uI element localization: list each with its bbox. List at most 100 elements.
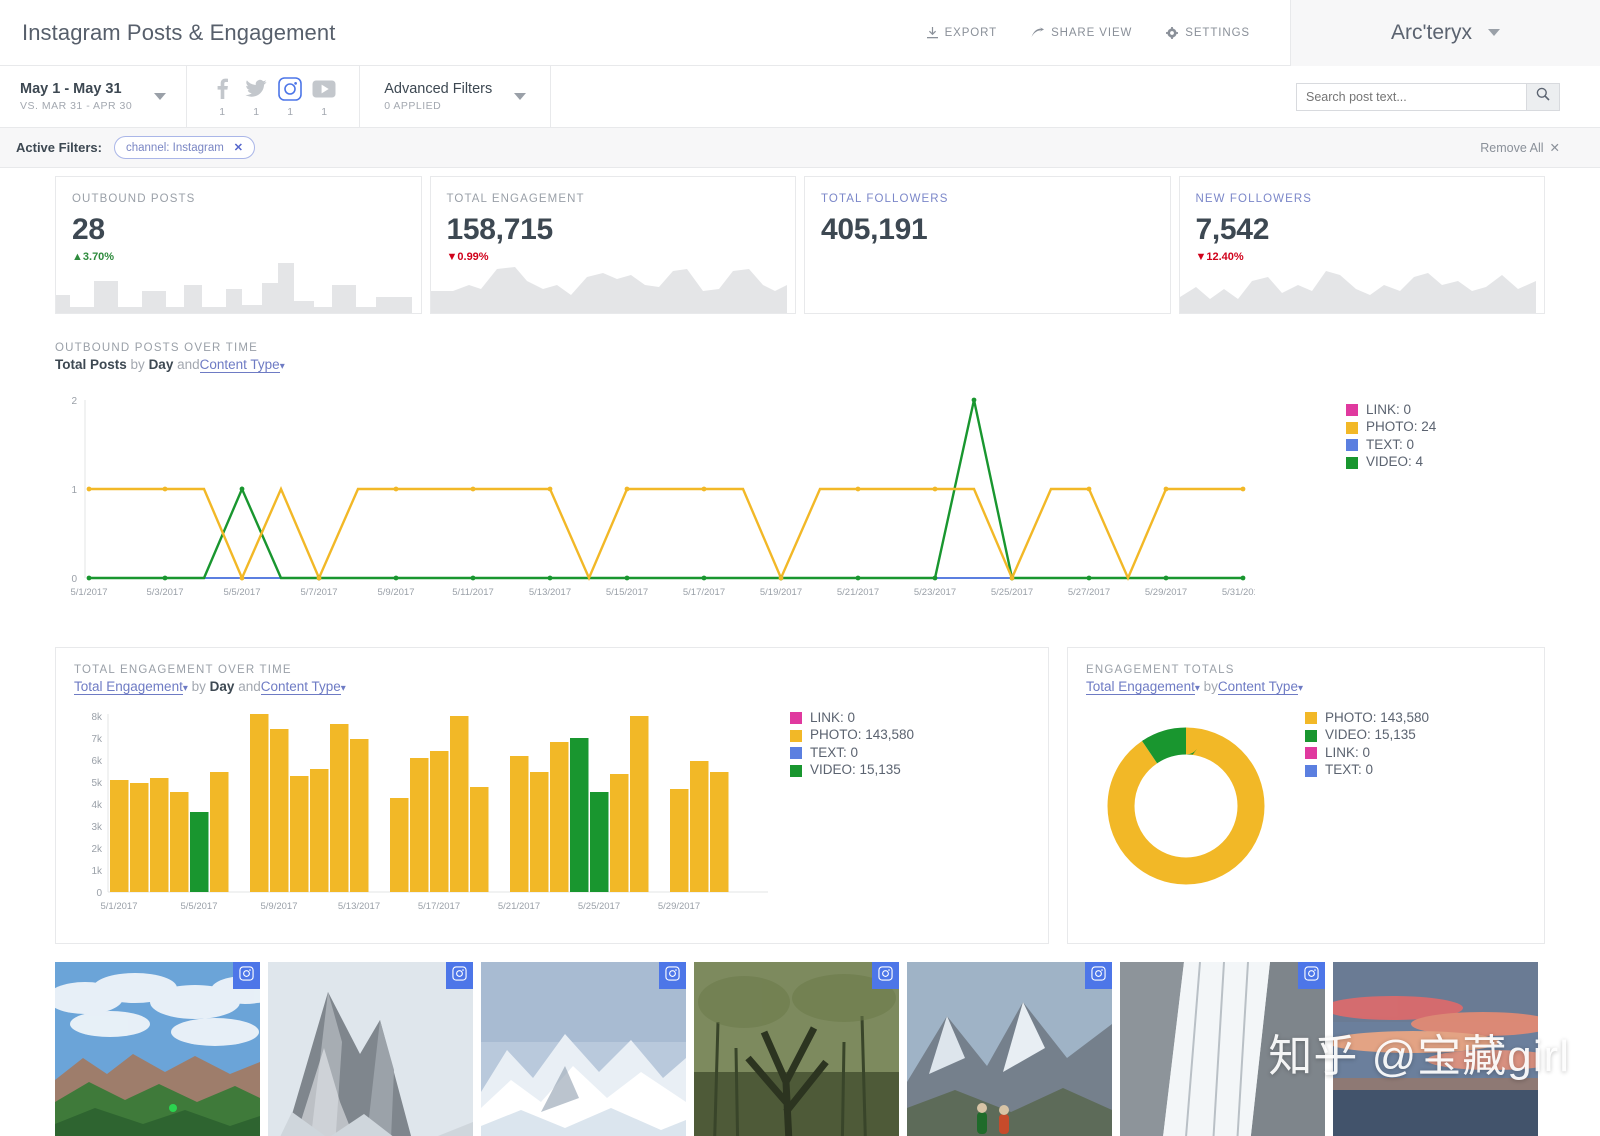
kpi-card-row: OUTBOUND POSTS 28 ▲3.70% TOTAL ENGAGEMEN… bbox=[55, 168, 1545, 314]
instagram-icon bbox=[1091, 965, 1106, 986]
post-thumbnail[interactable] bbox=[55, 962, 260, 1136]
instagram-icon bbox=[278, 76, 303, 102]
section-title: OUTBOUND POSTS OVER TIME bbox=[55, 342, 259, 354]
close-icon: ✕ bbox=[1549, 141, 1560, 155]
content-type-dropdown[interactable]: Content Type bbox=[199, 357, 280, 373]
post-thumbnail[interactable] bbox=[907, 962, 1112, 1136]
content-type-dropdown[interactable]: Content Type bbox=[1217, 679, 1298, 695]
post-thumbnail[interactable] bbox=[1333, 962, 1538, 1136]
date-range-picker[interactable]: May 1 - May 31 VS. MAR 31 - APR 30 bbox=[0, 66, 188, 127]
thumbnail-image bbox=[1120, 962, 1325, 1136]
legend-item-photo[interactable]: PHOTO: 24 bbox=[1346, 419, 1545, 435]
channel-youtube[interactable]: 1 bbox=[307, 76, 341, 118]
engagement-bar-chart-svg: 8k 7k 6k 5k 4k 3k 2k 1k 0 5/1/2017 5/5/2… bbox=[91, 712, 768, 912]
legend-item-link[interactable]: LINK: 0 bbox=[790, 710, 974, 726]
post-thumbnail[interactable] bbox=[694, 962, 899, 1136]
svg-text:5/3/2017: 5/3/2017 bbox=[147, 587, 184, 598]
search-icon bbox=[1536, 87, 1550, 106]
section-subtitle: Total Posts by Day andContent Type▾ bbox=[55, 357, 285, 373]
legend-item-video[interactable]: VIDEO: 15,135 bbox=[1305, 727, 1491, 743]
chevron-down-icon bbox=[1488, 29, 1501, 36]
channel-selector: 1 1 1 1 bbox=[187, 66, 361, 127]
legend-swatch bbox=[1305, 747, 1317, 760]
share-view-button[interactable]: SHARE VIEW bbox=[1031, 26, 1133, 39]
close-icon[interactable]: ✕ bbox=[234, 141, 243, 154]
legend-label: TEXT: 0 bbox=[1325, 762, 1374, 778]
svg-text:5/29/2017: 5/29/2017 bbox=[658, 901, 700, 912]
bar bbox=[590, 792, 609, 892]
donut-chart-body: PHOTO: 143,580 VIDEO: 15,135 LINK: 0 TEX… bbox=[1086, 706, 1526, 906]
bar bbox=[510, 756, 529, 892]
gear-icon bbox=[1166, 26, 1179, 39]
legend-item-video[interactable]: VIDEO: 15,135 bbox=[790, 762, 974, 778]
settings-button[interactable]: SETTINGS bbox=[1166, 26, 1250, 39]
section-title: TOTAL ENGAGEMENT OVER TIME bbox=[74, 664, 292, 676]
remove-all-filters[interactable]: Remove All ✕ bbox=[1480, 140, 1560, 156]
legend-item-link[interactable]: LINK: 0 bbox=[1346, 402, 1545, 418]
post-thumbnail[interactable] bbox=[1120, 962, 1325, 1136]
svg-text:5/23/2017: 5/23/2017 bbox=[914, 587, 956, 598]
channel-facebook[interactable]: 1 bbox=[205, 76, 239, 118]
share-icon bbox=[1031, 26, 1045, 39]
legend-swatch bbox=[790, 712, 802, 725]
instagram-icon bbox=[452, 965, 467, 986]
bar bbox=[130, 783, 149, 892]
chevron-down-icon[interactable]: ▾ bbox=[1298, 683, 1303, 694]
bar bbox=[550, 742, 569, 892]
engagement-donut-svg bbox=[1107, 727, 1265, 885]
chevron-down-icon[interactable]: ▾ bbox=[1195, 683, 1200, 694]
search-input[interactable] bbox=[1296, 82, 1526, 111]
channel-instagram[interactable]: 1 bbox=[273, 76, 307, 118]
svg-text:5k: 5k bbox=[91, 778, 103, 789]
legend-item-photo[interactable]: PHOTO: 143,580 bbox=[790, 727, 974, 743]
share-view-label: SHARE VIEW bbox=[1051, 26, 1133, 39]
legend-item-link[interactable]: LINK: 0 bbox=[1305, 745, 1491, 761]
bar-chart-bars bbox=[110, 714, 729, 892]
kpi-label: TOTAL FOLLOWERS bbox=[821, 193, 949, 205]
legend-item-text[interactable]: TEXT: 0 bbox=[1305, 762, 1491, 778]
svg-text:5/21/2017: 5/21/2017 bbox=[498, 901, 540, 912]
filter-chip-label: channel: Instagram bbox=[125, 141, 224, 154]
legend-item-text[interactable]: TEXT: 0 bbox=[790, 745, 974, 761]
legend-item-photo[interactable]: PHOTO: 143,580 bbox=[1305, 710, 1491, 726]
metric-dropdown[interactable]: Total Engagement bbox=[1086, 679, 1195, 695]
advanced-filters-dropdown[interactable]: Advanced Filters 0 APPLIED bbox=[360, 66, 552, 127]
post-thumbnail[interactable] bbox=[268, 962, 473, 1136]
filter-chip-channel[interactable]: channel: Instagram ✕ bbox=[113, 136, 256, 159]
main-content: OUTBOUND POSTS 28 ▲3.70% TOTAL ENGAGEMEN… bbox=[0, 168, 1600, 1136]
channel-twitter[interactable]: 1 bbox=[239, 76, 273, 118]
channel-count: 1 bbox=[287, 105, 294, 118]
bar bbox=[710, 772, 729, 892]
y-tick-0: 0 bbox=[71, 574, 77, 585]
kpi-label: OUTBOUND POSTS bbox=[72, 193, 196, 205]
search-button[interactable] bbox=[1526, 82, 1560, 111]
bar bbox=[210, 772, 229, 892]
line-chart-x-ticks: 5/1/2017 5/3/2017 5/5/2017 5/7/2017 5/9/… bbox=[71, 587, 1265, 598]
kpi-card-total-followers: TOTAL FOLLOWERS 405,191 bbox=[804, 176, 1171, 314]
svg-text:5/1/2017: 5/1/2017 bbox=[71, 587, 108, 598]
svg-text:6k: 6k bbox=[91, 756, 103, 767]
export-button[interactable]: EXPORT bbox=[926, 26, 997, 39]
advanced-filters-label: Advanced Filters bbox=[384, 81, 493, 97]
download-icon bbox=[926, 26, 938, 39]
legend-label: TEXT: 0 bbox=[1366, 436, 1415, 452]
bar bbox=[570, 738, 589, 892]
post-thumbnail[interactable] bbox=[481, 962, 686, 1136]
account-switcher[interactable]: Arc'teryx bbox=[1290, 0, 1600, 66]
legend-label: LINK: 0 bbox=[810, 710, 856, 725]
metric-dropdown[interactable]: Total Engagement bbox=[74, 679, 183, 695]
legend-swatch bbox=[790, 747, 802, 760]
legend-item-video[interactable]: VIDEO: 4 bbox=[1346, 454, 1545, 470]
bar bbox=[410, 758, 429, 892]
kpi-value: 405,191 bbox=[821, 213, 928, 246]
svg-text:5/15/2017: 5/15/2017 bbox=[606, 587, 648, 598]
chevron-down-icon[interactable]: ▾ bbox=[341, 683, 346, 694]
chevron-down-icon[interactable]: ▾ bbox=[183, 683, 188, 694]
kpi-value: 28 bbox=[72, 213, 105, 246]
legend-item-text[interactable]: TEXT: 0 bbox=[1346, 437, 1545, 453]
content-type-dropdown[interactable]: Content Type bbox=[260, 679, 341, 695]
thumbnail-image bbox=[1333, 962, 1538, 1136]
instagram-icon bbox=[665, 965, 680, 986]
svg-text:5/17/2017: 5/17/2017 bbox=[418, 901, 460, 912]
chevron-down-icon[interactable]: ▾ bbox=[280, 361, 285, 372]
